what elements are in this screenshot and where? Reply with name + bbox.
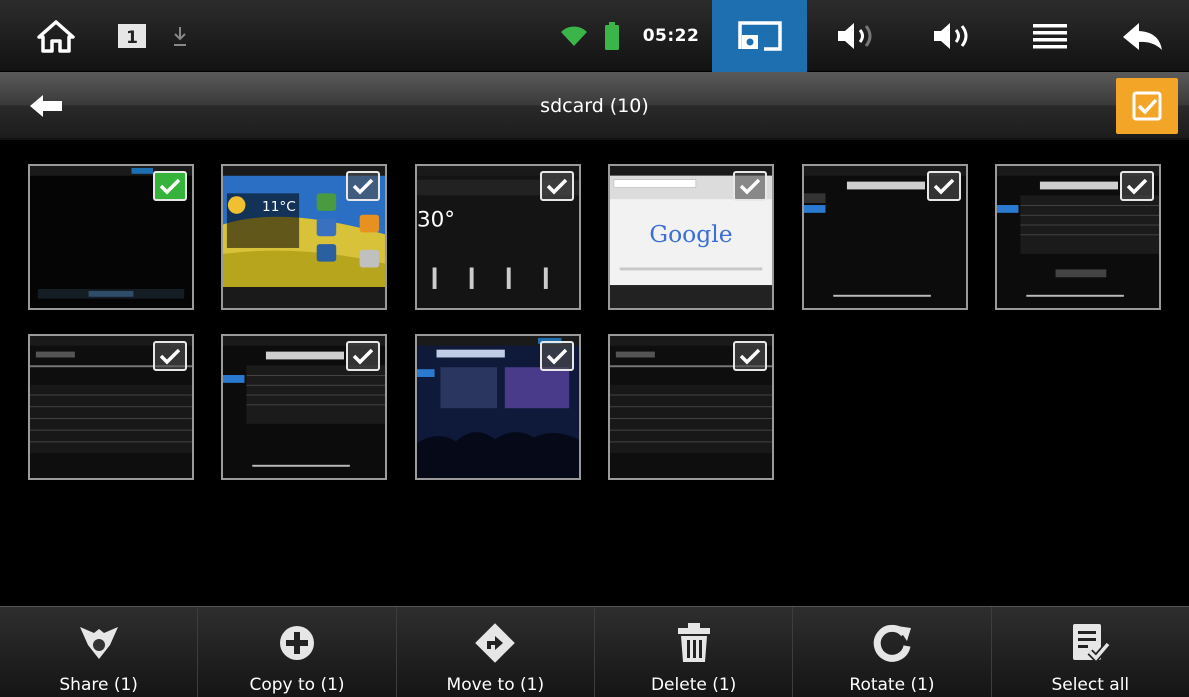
select-all-icon [1070,621,1111,665]
back-icon[interactable] [1112,0,1172,72]
action-bar: Share (1) Copy to (1) Move to (1) Delete… [0,606,1189,697]
sim-card-icon: 1 [112,0,152,72]
move-to-button[interactable]: Move to (1) [397,607,595,697]
volume-up-icon[interactable] [918,0,988,72]
move-arrow-icon [473,621,517,665]
delete-label: Delete (1) [650,675,737,695]
page-title: sdcard (10) [540,95,649,117]
rotate-button[interactable]: Rotate (1) [793,607,992,697]
rotate-label: Rotate (1) [849,675,935,695]
checkbox-checked-icon [1132,91,1162,121]
add-circle-icon [277,621,317,665]
thumbnail-4[interactable]: Google [608,164,774,310]
thumbnail-8[interactable] [221,334,387,480]
home-temp-text: 11°C [262,199,296,215]
delete-button[interactable]: Delete (1) [595,607,794,697]
thumbnail-grid: 11°C 30° Google [0,140,1189,605]
thumbnail-2[interactable]: 11°C [221,164,387,310]
checkbox-icon[interactable] [346,341,380,371]
thumbnail-9[interactable] [415,334,581,480]
thumbnail-1[interactable] [28,164,194,310]
checkbox-icon[interactable] [1120,171,1154,201]
checkbox-icon[interactable] [540,171,574,201]
selected-checkbox-icon[interactable] [153,171,187,201]
copy-to-label: Copy to (1) [249,675,345,695]
screenshot-icon[interactable] [712,0,807,72]
select-mode-button[interactable] [1116,78,1178,134]
thumbnail-6[interactable] [995,164,1161,310]
time-label: 05:22 [642,26,700,46]
thumbnail-3[interactable]: 30° [415,164,581,310]
menu-icon[interactable] [1020,0,1080,72]
select-all-label: Select all [1051,675,1130,695]
select-all-button[interactable]: Select all [992,607,1189,697]
search-logo-text: Google [649,220,732,248]
share-icon [76,621,122,665]
status-bar: 1 05:22 [0,0,1189,72]
checkbox-icon[interactable] [346,171,380,201]
weather-temp-text: 30° [417,208,455,233]
thumbnail-10[interactable] [608,334,774,480]
sd-indicator: 1 [126,28,138,48]
wifi-icon [556,0,592,72]
trash-icon [676,621,712,665]
checkbox-icon[interactable] [153,341,187,371]
share-label: Share (1) [59,675,138,695]
download-icon [166,0,194,72]
rotate-icon [871,621,913,665]
checkbox-icon[interactable] [927,171,961,201]
share-button[interactable]: Share (1) [0,607,199,697]
battery-icon [600,0,624,72]
title-bar: sdcard (10) [0,72,1189,140]
home-icon[interactable] [26,0,86,72]
copy-to-button[interactable]: Copy to (1) [198,607,397,697]
thumbnail-7[interactable] [28,334,194,480]
move-to-label: Move to (1) [446,675,545,695]
thumbnail-5[interactable] [802,164,968,310]
checkbox-icon[interactable] [733,171,767,201]
volume-down-icon[interactable] [822,0,892,72]
checkbox-icon[interactable] [540,341,574,371]
clock: 05:22 [636,0,706,72]
checkbox-icon[interactable] [733,341,767,371]
